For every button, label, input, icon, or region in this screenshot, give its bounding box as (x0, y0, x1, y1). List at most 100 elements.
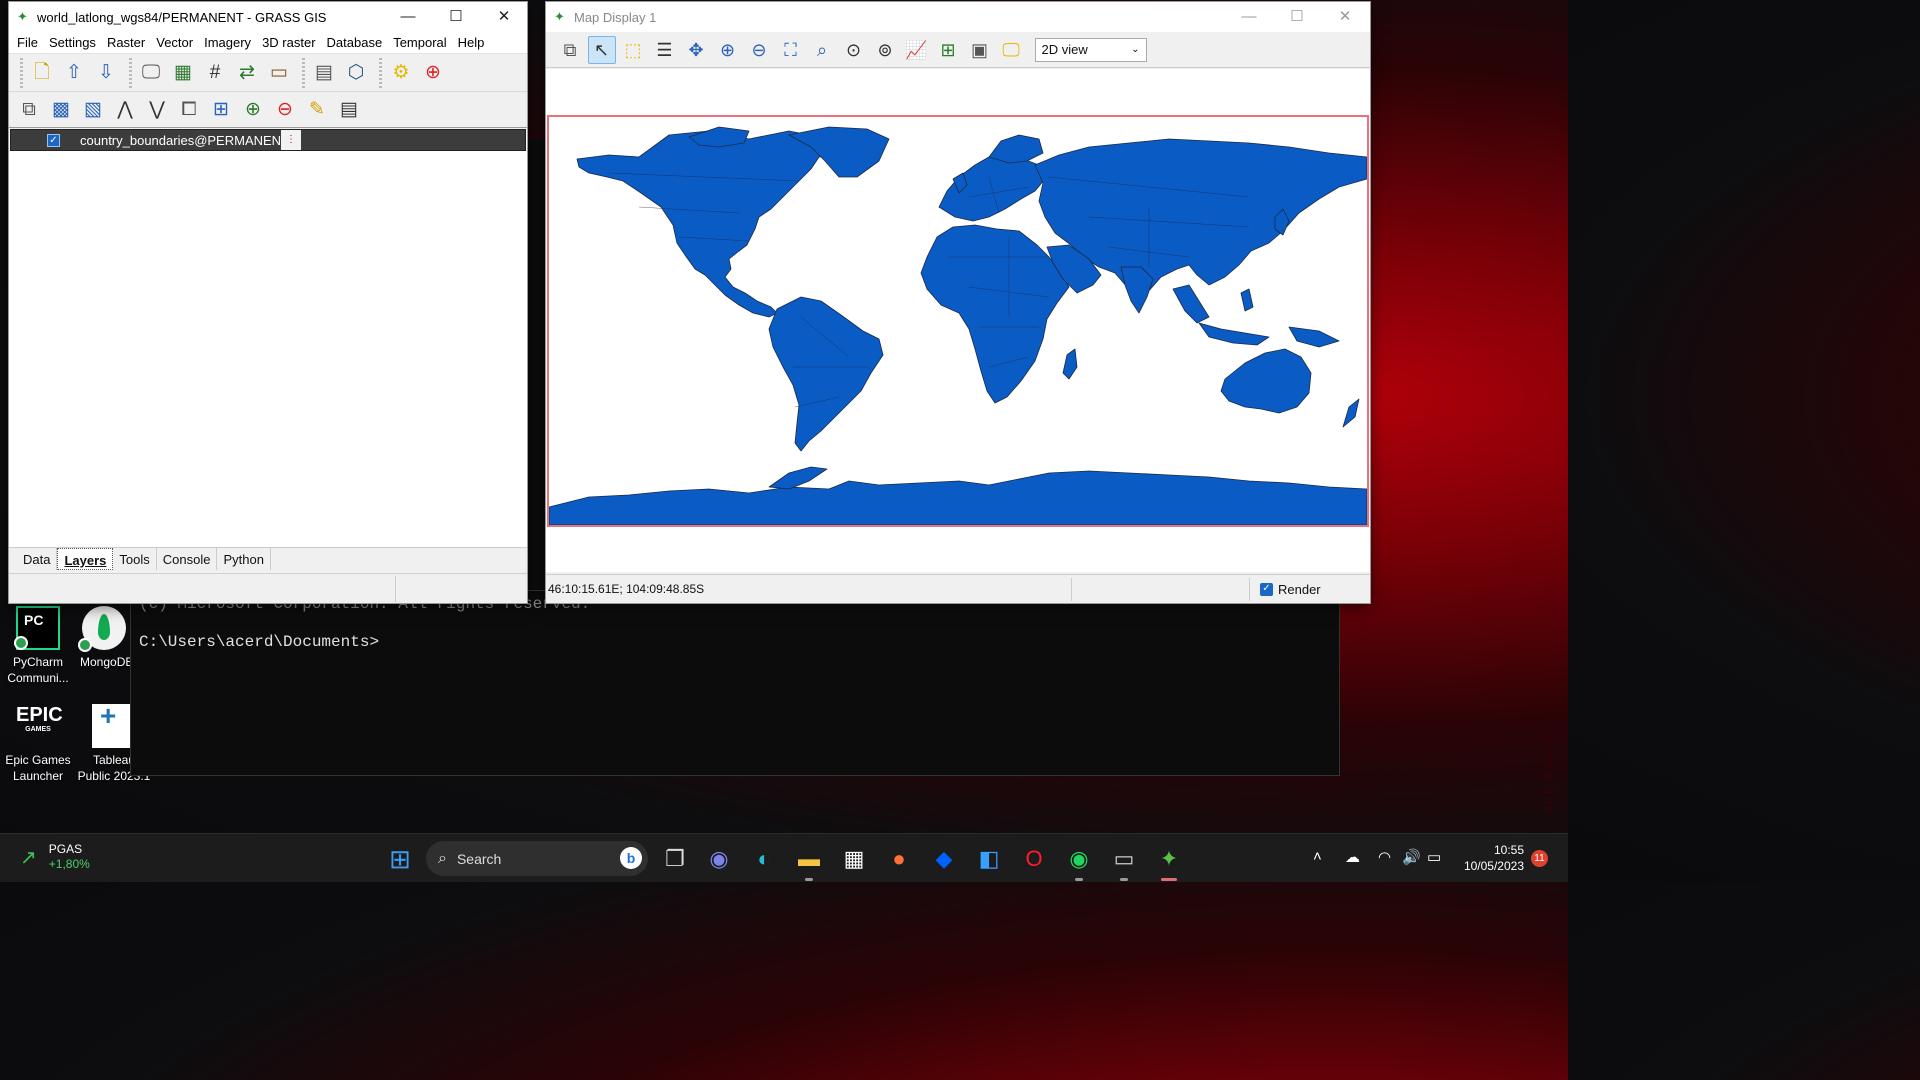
scandinavia (988, 134, 1044, 164)
battery-icon[interactable]: ▭ (1427, 848, 1441, 866)
menu-vector[interactable]: Vector (152, 32, 200, 53)
map-titlebar[interactable]: ✦ Map Display 1 — ☐ ✕ (546, 2, 1370, 32)
opera-icon[interactable]: O (1019, 844, 1049, 874)
clock[interactable]: 10:55 10/05/2023 (1460, 842, 1524, 874)
task-view-icon[interactable]: ❐ (660, 844, 690, 874)
menu-file[interactable]: File (13, 32, 45, 53)
menu-help[interactable]: Help (454, 32, 492, 53)
new-map-display-icon[interactable]: 🖵 (137, 59, 165, 87)
zoom-options-icon[interactable]: ⊚ (871, 36, 899, 64)
edge-browser-icon[interactable]: ◐ (749, 844, 779, 874)
close-button[interactable]: ✕ (481, 2, 527, 32)
menu-database[interactable]: Database (323, 32, 390, 53)
wifi-icon[interactable]: ◠ (1378, 848, 1391, 866)
graphical-modeler-icon[interactable]: ⇄ (233, 59, 261, 87)
attribute-table-icon[interactable]: ▤ (335, 96, 363, 124)
map-composer-icon[interactable]: ▭ (265, 59, 293, 87)
volume-icon[interactable]: 🔊 (1402, 848, 1421, 866)
tab-console[interactable]: Console (157, 548, 218, 570)
grass-titlebar[interactable]: ✦ world_latlong_wgs84/PERMANENT - GRASS … (9, 2, 527, 32)
open-workspace-icon[interactable]: ⇧ (60, 59, 88, 87)
python-icon[interactable]: ⬡ (342, 59, 370, 87)
save-workspace-icon[interactable]: ⇩ (92, 59, 120, 87)
script-icon[interactable]: ▤ (310, 59, 338, 87)
render-checkbox[interactable]: ✓ (1260, 583, 1273, 596)
menu-imagery[interactable]: Imagery (200, 32, 258, 53)
maximize-button[interactable]: ☐ (433, 2, 479, 32)
add-map-layers-icon[interactable]: ⧉ (15, 96, 43, 124)
microsoft-store-icon[interactable]: ▦ (839, 844, 869, 874)
print-display-icon[interactable]: 🖵 (997, 36, 1025, 64)
add-map-elements-icon[interactable]: ⊞ (934, 36, 962, 64)
map-canvas[interactable] (546, 69, 1370, 572)
new-workspace-icon[interactable]: 🗋 (28, 59, 56, 87)
terminal-icon[interactable]: ▭ (1109, 844, 1139, 881)
display-map-icon[interactable]: ⧉ (556, 36, 584, 64)
view-mode-select[interactable]: 2D view ⌄ (1034, 37, 1147, 62)
menu-3d-raster[interactable]: 3D raster (258, 32, 322, 53)
chevron-up-icon[interactable]: ˄ (1313, 848, 1322, 865)
add-group-icon[interactable]: ⧠ (175, 96, 203, 124)
add-overlay-icon[interactable]: ⊞ (207, 96, 235, 124)
spotify-icon[interactable]: ◉ (1064, 844, 1094, 881)
desktop-icon-epic-games[interactable]: EPIC GAMES Epic Games Launcher (0, 704, 76, 784)
grass-gis-taskbar-icon[interactable]: ✦ (1154, 844, 1184, 881)
desktop-icon-pycharm[interactable]: PC PyCharm Communi... (0, 606, 76, 686)
menu-raster[interactable]: Raster (103, 32, 152, 53)
tab-data[interactable]: Data (17, 548, 58, 570)
tab-layers[interactable]: Layers (57, 548, 114, 570)
map-display-window[interactable]: ✦ Map Display 1 — ☐ ✕ ⧉ ↖ ⬚ ☰ ✥ ⊕ ⊖ ⛶ ⌕ … (545, 1, 1371, 604)
maximize-button[interactable]: ☐ (1274, 2, 1320, 32)
zoom-out-icon[interactable]: ⊖ (745, 36, 773, 64)
menu-settings[interactable]: Settings (45, 32, 103, 53)
start-windows-icon[interactable]: ⊞ (385, 844, 415, 874)
layer-tree[interactable]: ✓ country_boundaries@PERMANENT ⋮ (9, 129, 527, 547)
menu-temporal[interactable]: Temporal (389, 32, 453, 53)
analyze-icon[interactable]: 📈 (903, 36, 931, 64)
zoom-region-icon[interactable]: ⌕ (808, 36, 836, 64)
new-zealand (1342, 398, 1360, 428)
tab-tools[interactable]: Tools (113, 548, 157, 570)
layer-properties-icon[interactable]: ⋮ (281, 130, 301, 150)
georectifier-icon[interactable]: ▦ (169, 59, 197, 87)
vscode-icon[interactable]: ◧ (974, 844, 1004, 874)
desktop-icon-mongodb[interactable]: MongoDB (76, 606, 132, 670)
terminal-prompt[interactable]: C:\Users\acerd\Documents> (139, 633, 379, 651)
layer-visibility-checkbox[interactable]: ✓ (47, 133, 60, 147)
dropbox-icon[interactable]: ◆ (929, 844, 959, 874)
pointer-icon[interactable]: ↖ (587, 35, 616, 64)
tab-python[interactable]: Python (217, 548, 271, 570)
edit-vector-pencil-icon[interactable]: ✎ (303, 96, 331, 124)
close-button[interactable]: ✕ (1322, 2, 1368, 32)
import-data-icon[interactable]: ⊕ (239, 96, 267, 124)
save-display-icon[interactable]: ▣ (966, 36, 994, 64)
pan-icon[interactable]: ✥ (682, 36, 710, 64)
grid-icon[interactable]: # (201, 59, 229, 87)
stock-widget[interactable]: ↗ PGAS +1,80% (20, 842, 90, 872)
file-explorer-icon[interactable]: ▬ (794, 844, 824, 881)
zoom-in-icon[interactable]: ⊕ (714, 36, 742, 64)
add-raster-misc-icon[interactable]: ▧ (79, 96, 107, 124)
taskbar-search[interactable]: ⌕ Search b (426, 841, 648, 876)
query-icon[interactable]: ☰ (651, 36, 679, 64)
settings-gear-icon[interactable]: ⚙ (387, 59, 415, 87)
layer-row[interactable]: ✓ country_boundaries@PERMANENT ⋮ (10, 129, 526, 151)
select-features-icon[interactable]: ⬚ (619, 36, 647, 64)
zoom-extent-icon[interactable]: ⛶ (777, 36, 805, 64)
firefox-icon[interactable]: ● (884, 844, 914, 874)
minimize-button[interactable]: — (1226, 2, 1272, 32)
remove-layer-icon[interactable]: ⊖ (271, 96, 299, 124)
minimize-button[interactable]: — (385, 2, 431, 32)
render-toggle[interactable]: ✓ Render (1260, 582, 1321, 597)
teams-chat-icon[interactable]: ◉ (704, 844, 734, 874)
add-vector-icon[interactable]: ⋀ (111, 96, 139, 124)
onedrive-cloud-icon[interactable]: ☁ (1345, 848, 1360, 866)
add-vector-misc-icon[interactable]: ⋁ (143, 96, 171, 124)
bing-icon[interactable]: b (620, 847, 642, 869)
add-raster-icon[interactable]: ▩ (47, 96, 75, 124)
terminal-window[interactable]: (c) Microsoft Corporation. All rights re… (130, 590, 1340, 776)
help-lifebuoy-icon[interactable]: ⊕ (419, 59, 447, 87)
zoom-back-icon[interactable]: ⊙ (840, 36, 868, 64)
notification-badge[interactable]: 11 (1531, 850, 1548, 867)
grass-main-window[interactable]: ✦ world_latlong_wgs84/PERMANENT - GRASS … (8, 1, 528, 604)
